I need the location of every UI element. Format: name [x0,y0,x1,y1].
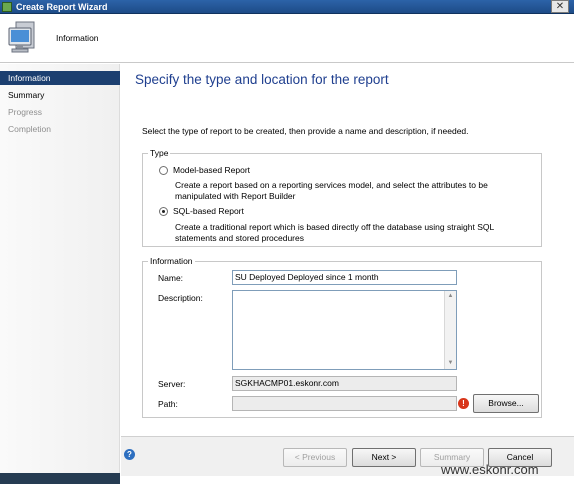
scroll-up-icon[interactable]: ▲ [445,291,456,302]
sidebar-item-summary: Summary [8,90,45,100]
help-icon[interactable]: ? [124,449,135,460]
close-button[interactable]: ✕ [551,0,569,13]
page-title: Specify the type and location for the re… [135,72,389,87]
description-textarea[interactable] [232,290,457,370]
description-label: Description: [158,293,203,303]
scroll-down-icon[interactable]: ▼ [445,358,456,369]
type-group-label: Type [148,148,171,158]
window-titlebar[interactable]: Create Report Wizard ✕ [0,0,574,14]
sql-based-radio[interactable] [159,207,168,216]
watermark-text: www.eskonr.com [441,462,539,477]
server-label: Server: [158,379,186,389]
model-based-radio[interactable] [159,166,168,175]
sidebar-item-information[interactable]: Information [0,71,120,85]
taskbar-strip [0,473,120,484]
sql-based-label[interactable]: SQL-based Report [173,206,244,216]
previous-button[interactable]: < Previous [283,448,347,467]
path-field [232,396,457,411]
instruction-text: Select the type of report to be created,… [142,126,469,136]
app-icon [2,2,12,12]
path-label: Path: [158,399,178,409]
sidebar-item-completion: Completion [8,124,51,134]
browse-button[interactable]: Browse... [473,394,539,413]
name-label: Name: [158,273,184,283]
sidebar-item-progress: Progress [8,107,43,117]
model-based-description: Create a report based on a reporting ser… [175,180,488,201]
information-group-label: Information [148,256,195,266]
server-field: SGKHACMP01.eskonr.com [232,376,457,391]
model-based-label[interactable]: Model-based Report [173,165,250,175]
error-icon: ! [458,398,469,409]
wizard-header: Information [0,14,574,63]
wizard-steps-sidebar: Information Summary Progress Completion [0,64,120,473]
header-title: Information [56,33,99,43]
computer-icon [8,21,35,53]
name-input[interactable]: SU Deployed Deployed since 1 month [232,270,457,285]
description-scrollbar[interactable]: ▲ ▼ [444,291,456,369]
sql-based-description: Create a traditional report which is bas… [175,222,494,243]
next-button[interactable]: Next > [352,448,416,467]
window-title: Create Report Wizard [16,2,108,12]
